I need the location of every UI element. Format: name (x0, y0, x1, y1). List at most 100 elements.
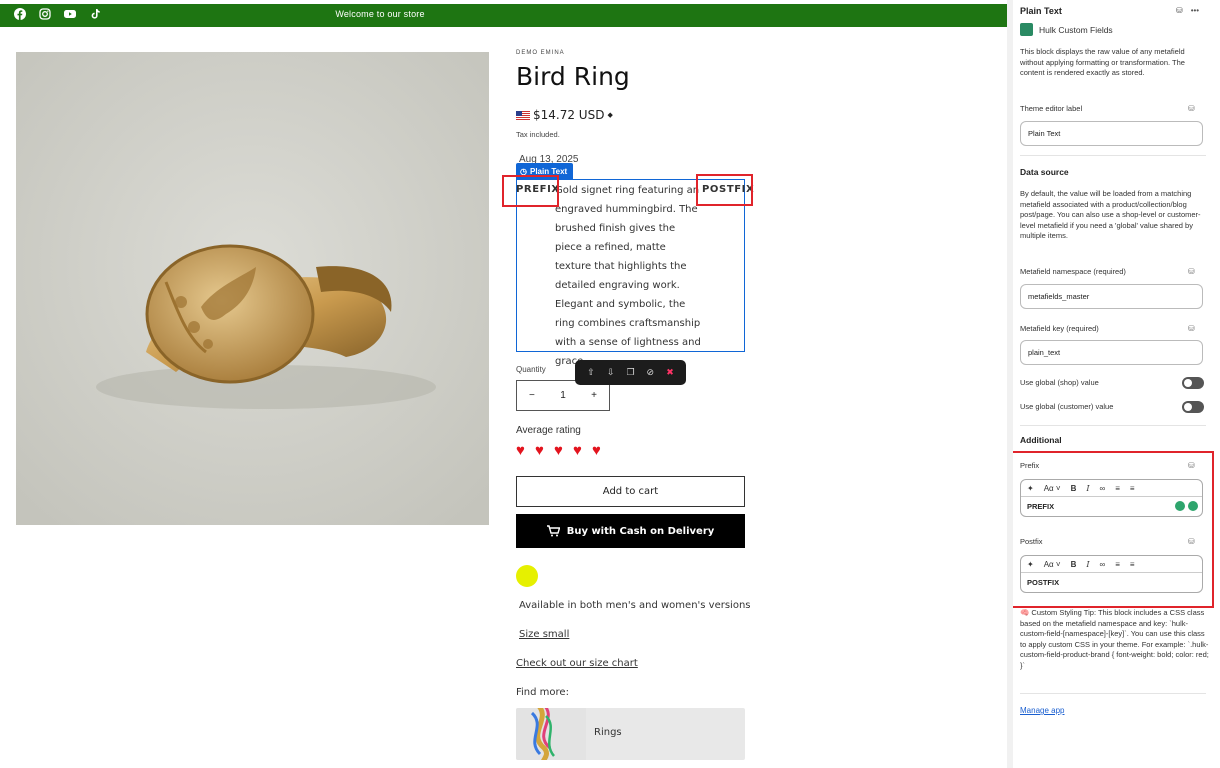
prefix-highlight (502, 175, 559, 207)
quantity-value[interactable]: 1 (560, 390, 566, 401)
rating-hearts: ♥ ♥ ♥ ♥ ♥ (516, 442, 608, 459)
heart-icon: ♥ (516, 442, 525, 459)
namespace-label: Metafield namespace (required) (1020, 267, 1126, 276)
buy-cod-label: Buy with Cash on Delivery (566, 525, 715, 537)
divider (1020, 155, 1206, 156)
app-logo-icon (1020, 23, 1033, 36)
product-title: Bird Ring (516, 62, 630, 91)
hide-icon[interactable]: ⊘ (644, 367, 656, 378)
global-shop-toggle[interactable] (1182, 377, 1204, 389)
editor-extension-badges (1175, 501, 1198, 511)
postfix-editor-toolbar: ✦ Aα ˅ B I ∞ ≡ ≡ (1021, 556, 1202, 573)
postfix-editor[interactable]: ✦ Aα ˅ B I ∞ ≡ ≡ POSTFIX (1020, 555, 1203, 593)
cart-icon (546, 525, 560, 537)
postfix-label: Postfix (1020, 537, 1043, 546)
rings-thumbnail (516, 708, 586, 760)
bold-icon[interactable]: B (1071, 560, 1077, 569)
announcement-text: Welcome to our store (335, 9, 425, 19)
find-more-label: Find more: (516, 687, 569, 698)
theme-label-input[interactable]: Plain Text (1020, 121, 1203, 146)
increase-button[interactable]: + (591, 390, 597, 401)
dynamic-source-icon[interactable]: ⛁ (1188, 324, 1195, 333)
app-name: Hulk Custom Fields (1039, 24, 1113, 35)
product-vendor: DEMO EMINA (516, 50, 565, 56)
add-to-cart-button[interactable]: Add to cart (516, 476, 745, 507)
postfix-highlight (696, 174, 753, 206)
key-input[interactable]: plain_text (1020, 340, 1203, 365)
link-icon[interactable]: ∞ (1100, 560, 1106, 569)
average-rating-label: Average rating (516, 425, 581, 436)
product-description: Gold signet ring featuring an engraved h… (555, 185, 701, 367)
decrease-button[interactable]: − (529, 390, 535, 401)
italic-icon[interactable]: I (1086, 484, 1089, 493)
data-source-title: Data source (1020, 167, 1069, 177)
magic-icon[interactable]: ✦ (1027, 484, 1034, 493)
heart-icon: ♥ (535, 442, 544, 459)
font-size-icon[interactable]: Aα ˅ (1044, 484, 1061, 493)
italic-icon[interactable]: I (1086, 560, 1089, 569)
panel-title: Plain Text (1020, 6, 1062, 16)
divider (1020, 693, 1206, 694)
rings-collection-card[interactable]: Rings (516, 708, 745, 760)
panel-description: This block displays the raw value of any… (1020, 47, 1185, 77)
size-small-link[interactable]: Size small (519, 629, 569, 640)
data-source-description: By default, the value will be loaded fro… (1020, 189, 1201, 240)
app-row: Hulk Custom Fields (1020, 23, 1113, 36)
postfix-editor-value[interactable]: POSTFIX (1021, 573, 1202, 592)
bullet-list-icon[interactable]: ≡ (1115, 560, 1120, 569)
prefix-editor-toolbar: ✦ Aα ˅ B I ∞ ≡ ≡ (1021, 480, 1202, 497)
buy-cod-button[interactable]: Buy with Cash on Delivery (516, 514, 745, 548)
tax-note: Tax included. (516, 130, 560, 139)
dynamic-source-icon[interactable]: ⛁ (1188, 267, 1195, 276)
bullet-list-icon[interactable]: ≡ (1115, 484, 1120, 493)
grammar-icon[interactable] (1188, 501, 1198, 511)
more-icon[interactable]: ••• (1191, 6, 1199, 15)
bold-icon[interactable]: B (1071, 484, 1077, 493)
key-label: Metafield key (required) (1020, 324, 1099, 333)
heart-icon: ♥ (554, 442, 563, 459)
half-heart-icon: ♥ (592, 442, 608, 459)
rings-label: Rings (594, 727, 622, 738)
additional-title: Additional (1020, 435, 1062, 445)
extension-icon[interactable] (1175, 501, 1185, 511)
color-swatch[interactable] (516, 565, 538, 587)
numbered-list-icon[interactable]: ≡ (1130, 560, 1135, 569)
product-image[interactable] (16, 52, 489, 525)
styling-tip: 🧠 Custom Styling Tip: This block include… (1020, 608, 1209, 670)
numbered-list-icon[interactable]: ≡ (1130, 484, 1135, 493)
font-size-icon[interactable]: Aα ˅ (1044, 560, 1061, 569)
database-icon[interactable]: ⛁ (1176, 6, 1183, 15)
storefront-preview: Welcome to our store DEMO EMINA Bird Rin… (0, 0, 1007, 768)
currency-switch-icon[interactable]: ◆ (607, 111, 612, 119)
prefix-label: Prefix (1020, 461, 1040, 470)
theme-label-title: Theme editor label (1020, 104, 1083, 113)
dynamic-source-icon[interactable]: ⛁ (1188, 461, 1195, 470)
price-row: $14.72 USD ◆ (516, 108, 613, 122)
screen: Welcome to our store DEMO EMINA Bird Rin… (0, 0, 1220, 768)
heart-icon: ♥ (573, 442, 582, 459)
product-price: $14.72 USD (533, 108, 605, 122)
duplicate-icon[interactable]: ❐ (624, 367, 636, 378)
manage-app-link[interactable]: Manage app (1020, 706, 1064, 715)
namespace-input[interactable]: metafields_master (1020, 284, 1203, 309)
dynamic-source-icon[interactable]: ⛁ (1188, 104, 1195, 113)
move-down-icon[interactable]: ⇩ (605, 367, 617, 378)
delete-icon[interactable]: ✖ (664, 367, 676, 378)
block-toolbar: ⇧ ⇩ ❐ ⊘ ✖ (575, 360, 686, 385)
dynamic-source-icon[interactable]: ⛁ (1188, 537, 1195, 546)
size-chart-link[interactable]: Check out our size chart (516, 658, 638, 669)
panel-header-actions: ⛁ ••• (1176, 6, 1199, 15)
magic-icon[interactable]: ✦ (1027, 560, 1034, 569)
availability-text: Available in both men's and women's vers… (519, 600, 751, 611)
announcement-bar: Welcome to our store (0, 4, 1007, 27)
quantity-label: Quantity (516, 365, 546, 374)
global-customer-toggle[interactable] (1182, 401, 1204, 413)
link-icon[interactable]: ∞ (1100, 484, 1106, 493)
settings-panel: Plain Text ⛁ ••• Hulk Custom Fields This… (1013, 0, 1220, 768)
move-up-icon[interactable]: ⇧ (585, 367, 597, 378)
divider (1020, 425, 1206, 426)
prefix-editor[interactable]: ✦ Aα ˅ B I ∞ ≡ ≡ PREFIX (1020, 479, 1203, 517)
product-info: DEMO EMINA Bird Ring $14.72 USD ◆ Tax in… (502, 50, 756, 760)
global-customer-label: Use global (customer) value (1020, 402, 1114, 411)
global-shop-label: Use global (shop) value (1020, 378, 1099, 387)
